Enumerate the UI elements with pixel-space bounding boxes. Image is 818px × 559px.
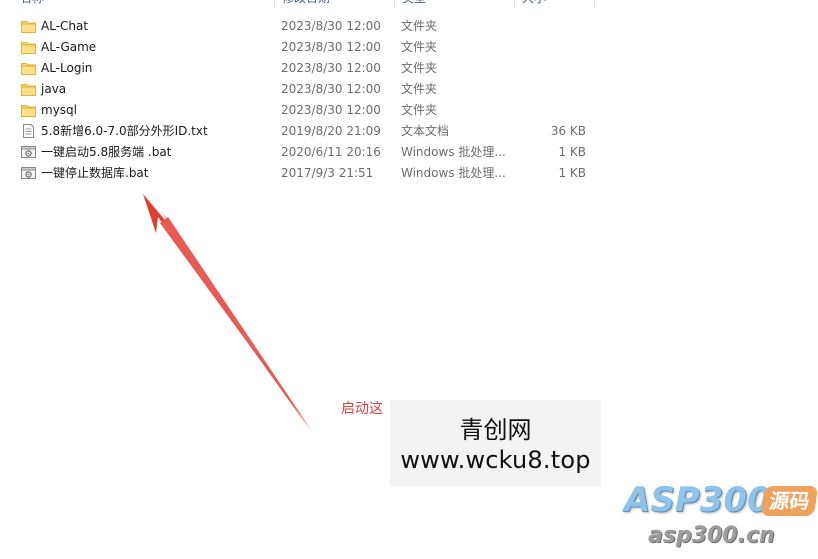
file-name: AL-Login [41, 61, 93, 75]
file-date: 2023/8/30 12:00 [281, 19, 381, 33]
file-date: 2023/8/30 12:00 [281, 40, 381, 54]
watermark-url: www.wcku8.top [400, 446, 591, 474]
file-date: 2023/8/30 12:00 [281, 82, 381, 96]
column-header-type[interactable]: 类型 [402, 0, 426, 8]
column-divider[interactable] [594, 0, 595, 8]
annotation-label: 启动这 [341, 401, 383, 417]
file-row-start-bat[interactable]: 一键启动5.8服务端 .bat 2020/6/11 20:16 Windows … [0, 142, 600, 163]
batch-file-icon [21, 166, 36, 180]
folder-icon [21, 19, 36, 33]
file-date: 2023/8/30 12:00 [281, 61, 381, 75]
file-type: 文件夹 [401, 82, 438, 96]
file-size: 36 KB [550, 124, 586, 138]
column-divider[interactable] [514, 0, 515, 8]
column-divider[interactable] [274, 0, 275, 8]
file-size: 1 KB [558, 166, 586, 180]
column-header-name[interactable]: 名称 [20, 0, 44, 8]
folder-icon [21, 40, 36, 54]
file-explorer-view: 名称 修改日期 类型 大小 AL-Chat 2023/8/30 12:00 文件… [0, 0, 818, 559]
column-header-date[interactable]: 修改日期 [282, 0, 330, 8]
asp300-logo: ASP300 源码 asp300.cn [620, 480, 818, 559]
file-type: Windows 批处理... [401, 145, 506, 159]
column-divider[interactable] [394, 0, 395, 8]
logo-sub-text: asp300.cn [648, 523, 775, 548]
file-row-stop-bat[interactable]: 一键停止数据库.bat 2017/9/3 21:51 Windows 批处理..… [0, 163, 600, 184]
file-type: 文件夹 [401, 61, 438, 75]
logo-badge: 源码 [760, 486, 818, 516]
file-row-mysql[interactable]: mysql 2023/8/30 12:00 文件夹 [0, 100, 600, 121]
watermark-box: 青创网 www.wcku8.top [390, 400, 601, 486]
watermark-title: 青创网 [459, 416, 532, 444]
file-row-txt[interactable]: 5.8新增6.0-7.0部分外形ID.txt 2019/8/20 21:09 文… [0, 121, 600, 142]
file-type: 文件夹 [401, 19, 438, 33]
file-row-al-game[interactable]: AL-Game 2023/8/30 12:00 文件夹 [0, 37, 600, 58]
file-row-java[interactable]: java 2023/8/30 12:00 文件夹 [0, 79, 600, 100]
file-size: 1 KB [558, 145, 586, 159]
file-row-al-login[interactable]: AL-Login 2023/8/30 12:00 文件夹 [0, 58, 600, 79]
file-type: 文件夹 [401, 103, 438, 117]
file-name: AL-Game [41, 40, 97, 54]
logo-main-text: ASP300 [624, 480, 771, 520]
file-type: Windows 批处理... [401, 166, 506, 180]
file-name: 一键启动5.8服务端 .bat [41, 145, 172, 159]
file-name: java [41, 82, 67, 96]
file-date: 2019/8/20 21:09 [281, 124, 381, 138]
folder-icon [21, 103, 36, 117]
file-name: 5.8新增6.0-7.0部分外形ID.txt [41, 124, 208, 138]
folder-icon [21, 61, 36, 75]
text-file-icon [21, 124, 36, 138]
folder-icon [21, 82, 36, 96]
file-date: 2020/6/11 20:16 [281, 145, 381, 159]
file-type: 文本文档 [401, 124, 450, 138]
batch-file-icon [21, 145, 36, 159]
column-header-size[interactable]: 大小 [522, 0, 546, 8]
file-name: mysql [41, 103, 77, 117]
file-type: 文件夹 [401, 40, 438, 54]
column-header-bar: 名称 修改日期 类型 大小 [0, 0, 600, 8]
file-date: 2017/9/3 21:51 [281, 166, 374, 180]
file-name: AL-Chat [41, 19, 89, 33]
file-date: 2023/8/30 12:00 [281, 103, 381, 117]
file-list: AL-Chat 2023/8/30 12:00 文件夹 AL-Game 2023… [0, 16, 600, 184]
file-row-al-chat[interactable]: AL-Chat 2023/8/30 12:00 文件夹 [0, 16, 600, 37]
file-name: 一键停止数据库.bat [41, 166, 149, 180]
